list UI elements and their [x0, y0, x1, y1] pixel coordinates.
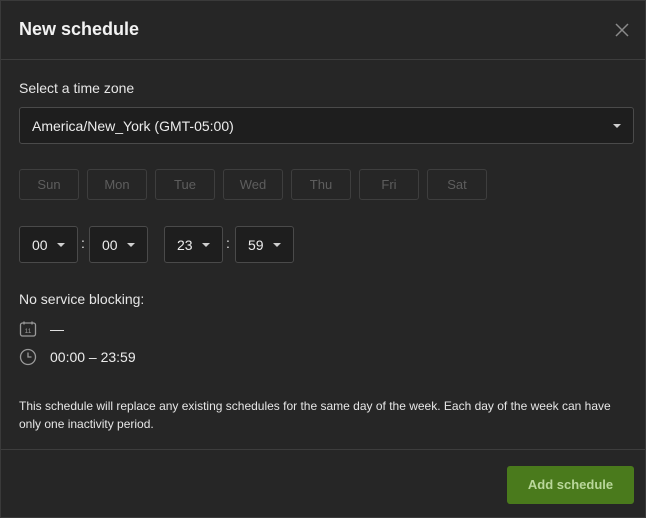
day-button-wed[interactable]: Wed	[223, 169, 283, 200]
end-hour-select[interactable]: 23	[164, 226, 223, 263]
start-minute-value: 00	[102, 237, 118, 253]
timezone-value: America/New_York (GMT-05:00)	[32, 118, 234, 134]
summary-time-value: 00:00 – 23:59	[50, 349, 136, 365]
new-schedule-dialog: New schedule Select a time zone America/…	[0, 0, 646, 518]
day-button-mon[interactable]: Mon	[87, 169, 147, 200]
start-hour-select[interactable]: 00	[19, 226, 78, 263]
chevron-down-icon	[202, 243, 210, 247]
schedule-note: This schedule will replace any existing …	[19, 399, 611, 431]
end-hour-value: 23	[177, 237, 193, 253]
dialog-footer: Add schedule	[1, 449, 645, 518]
chevron-down-icon	[57, 243, 65, 247]
timezone-select[interactable]: America/New_York (GMT-05:00)	[19, 107, 634, 144]
dialog-title: New schedule	[19, 19, 140, 39]
add-schedule-button[interactable]: Add schedule	[507, 466, 634, 504]
end-minute-select[interactable]: 59	[235, 226, 294, 263]
chevron-down-icon	[273, 243, 281, 247]
day-button-tue[interactable]: Tue	[155, 169, 215, 200]
end-time-separator: :	[226, 235, 230, 251]
day-button-fri[interactable]: Fri	[359, 169, 419, 200]
summary-time-row: 00:00 – 23:59	[19, 348, 136, 366]
calendar-icon: 11	[19, 321, 37, 337]
summary-days-value: —	[50, 321, 64, 337]
day-button-sun[interactable]: Sun	[19, 169, 79, 200]
summary-label: No service blocking:	[19, 291, 145, 307]
svg-text:11: 11	[25, 328, 32, 335]
start-time-separator: :	[81, 235, 85, 251]
chevron-down-icon	[127, 243, 135, 247]
start-hour-value: 00	[32, 237, 48, 253]
clock-icon	[19, 348, 37, 366]
dialog-header: New schedule	[1, 1, 645, 60]
day-button-sat[interactable]: Sat	[427, 169, 487, 200]
weekday-selector: Sun Mon Tue Wed Thu Fri Sat	[19, 169, 487, 200]
end-minute-value: 59	[248, 237, 264, 253]
day-button-thu[interactable]: Thu	[291, 169, 351, 200]
chevron-down-icon	[613, 124, 621, 128]
start-minute-select[interactable]: 00	[89, 226, 148, 263]
timezone-label: Select a time zone	[19, 80, 135, 96]
close-icon[interactable]	[613, 21, 631, 39]
summary-days-row: 11 —	[19, 320, 64, 338]
